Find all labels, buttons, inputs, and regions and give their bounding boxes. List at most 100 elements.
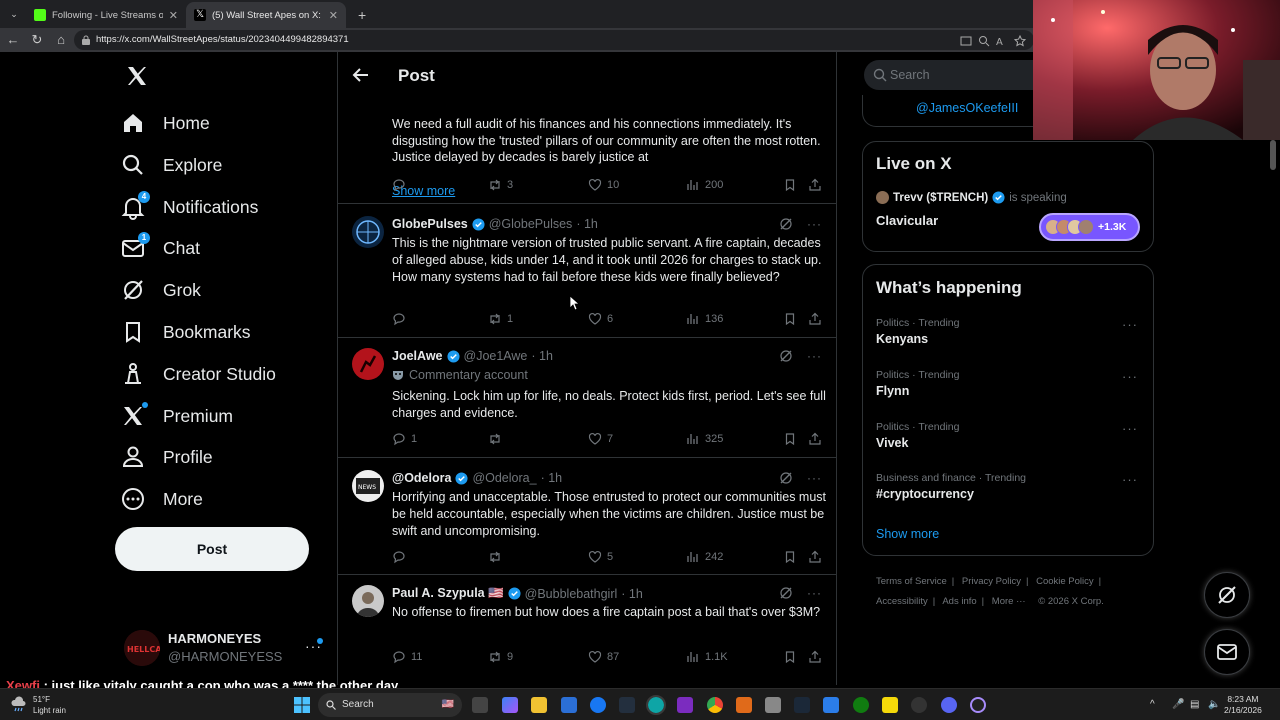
nav-item-bookmarks[interactable]: Bookmarks xyxy=(120,312,251,352)
copilot-icon[interactable] xyxy=(502,697,518,713)
show-more-link[interactable]: Show more xyxy=(876,527,939,541)
avatar[interactable]: NEWS xyxy=(352,470,384,502)
author-name[interactable]: GlobePulses xyxy=(392,217,468,231)
edge-icon[interactable] xyxy=(646,695,666,715)
footer-link[interactable]: Accessibility xyxy=(876,596,928,607)
network-icon[interactable]: ▤ xyxy=(1190,699,1199,710)
x-logo-icon[interactable] xyxy=(125,64,149,88)
more-options-icon[interactable]: ··· xyxy=(1122,317,1138,332)
author-handle[interactable]: @Joe1Awe xyxy=(464,349,528,363)
xbox-icon[interactable] xyxy=(853,697,869,713)
reply-button[interactable]: 11 xyxy=(392,650,422,664)
repost-button[interactable]: 1 xyxy=(488,312,513,326)
nav-item-profile[interactable]: Profile xyxy=(120,437,213,477)
grok-icon[interactable] xyxy=(779,349,793,363)
avatar[interactable] xyxy=(352,585,384,617)
repost-button[interactable]: 9 xyxy=(488,650,513,664)
new-tab-button[interactable]: + xyxy=(350,2,370,28)
post-button[interactable]: Post xyxy=(115,527,309,571)
trend-item[interactable]: Politics · Trending Kenyans ··· xyxy=(876,317,1146,346)
tweet-time[interactable]: · 1h xyxy=(576,217,598,231)
share-button[interactable] xyxy=(808,650,822,664)
url-field[interactable]: https://x.com/WallStreetApes/status/2023… xyxy=(74,30,1034,50)
tweet[interactable]: GlobePulses @GlobePulses · 1h ··· This i… xyxy=(338,204,836,338)
views-button[interactable]: 136 xyxy=(686,312,723,326)
footer-link[interactable]: Terms of Service xyxy=(876,576,947,587)
more-options-icon[interactable]: ··· xyxy=(807,586,822,600)
read-aloud-icon[interactable]: A xyxy=(996,35,1008,47)
like-button[interactable]: 87 xyxy=(588,650,619,664)
more-options-icon[interactable]: ··· xyxy=(1122,369,1138,384)
trend-item[interactable]: Politics · Trending Flynn ··· xyxy=(876,369,1146,398)
install-app-icon[interactable] xyxy=(960,35,972,47)
task-view-icon[interactable] xyxy=(472,697,488,713)
repost-button[interactable] xyxy=(488,550,507,564)
bookmark-button[interactable] xyxy=(783,550,797,564)
windows-start-icon[interactable] xyxy=(294,697,310,713)
reload-icon[interactable]: ↻ xyxy=(29,32,45,48)
messages-fab-button[interactable] xyxy=(1204,629,1250,675)
chrome-icon[interactable] xyxy=(707,697,723,713)
show-hidden-icons-icon[interactable]: ^ xyxy=(1150,699,1155,710)
nav-item-more[interactable]: More xyxy=(120,479,203,519)
like-button[interactable]: 10 xyxy=(588,178,619,192)
like-button[interactable]: 7 xyxy=(588,432,613,446)
app-icon[interactable] xyxy=(765,697,781,713)
bookmark-button[interactable] xyxy=(783,650,797,664)
footer-link[interactable]: Privacy Policy xyxy=(962,576,1021,587)
reply-button[interactable]: 1 xyxy=(392,432,417,446)
reply-button[interactable] xyxy=(392,178,411,192)
volume-icon[interactable]: 🔈 xyxy=(1208,699,1220,710)
scrollbar-thumb[interactable] xyxy=(1270,140,1276,170)
browser-tab-x[interactable]: 𝕏 (5) Wall Street Apes on X: "Pasade ✕ xyxy=(186,2,346,28)
facebook-icon[interactable] xyxy=(590,697,606,713)
app-icon[interactable] xyxy=(736,697,752,713)
steam-icon[interactable] xyxy=(794,697,810,713)
repost-button[interactable] xyxy=(488,432,507,446)
author-name[interactable]: Paul A. Szypula 🇺🇸 xyxy=(392,586,504,601)
mention-link[interactable]: @JamesOKeefeIII xyxy=(916,101,1018,115)
footer-link[interactable]: Cookie Policy xyxy=(1036,576,1094,587)
app-icon[interactable] xyxy=(823,697,839,713)
share-button[interactable] xyxy=(808,550,822,564)
tweet[interactable]: JoelAwe @Joe1Awe · 1h ··· Commentary acc… xyxy=(338,338,836,458)
sticky-notes-icon[interactable] xyxy=(882,697,898,713)
nav-item-creator-studio[interactable]: Creator Studio xyxy=(120,354,276,394)
browser-tab-kick[interactable]: Following - Live Streams on Kick ✕ xyxy=(26,2,186,28)
trend-item[interactable]: Business and finance · Trending #cryptoc… xyxy=(876,472,1146,501)
taskbar-search-input[interactable]: Search 🇺🇸 xyxy=(318,693,462,717)
views-button[interactable]: 200 xyxy=(686,178,723,192)
more-options-icon[interactable]: ··· xyxy=(807,217,822,231)
views-button[interactable]: 1.1K xyxy=(686,650,728,664)
back-arrow-icon[interactable]: ← xyxy=(5,32,21,48)
tab-close-icon[interactable]: ✕ xyxy=(169,9,178,22)
zoom-icon[interactable] xyxy=(978,35,990,47)
site-info-icon[interactable] xyxy=(81,35,91,45)
bookmark-button[interactable] xyxy=(783,178,797,192)
trend-item[interactable]: Politics · Trending Vivek ··· xyxy=(876,421,1146,450)
grok-fab-button[interactable] xyxy=(1204,572,1250,618)
amazon-icon[interactable] xyxy=(619,697,635,713)
grok-icon[interactable] xyxy=(779,471,793,485)
tab-list-chevron-icon[interactable]: ⌄ xyxy=(6,6,22,22)
avatar[interactable] xyxy=(352,348,384,380)
nav-item-notifications[interactable]: 4 Notifications xyxy=(120,187,258,227)
taskbar-clock[interactable]: 8:23 AM 2/16/2026 xyxy=(1224,694,1262,716)
file-explorer-icon[interactable] xyxy=(531,697,547,713)
grok-icon[interactable] xyxy=(779,586,793,600)
footer-link[interactable]: Ads info xyxy=(942,596,976,607)
more-options-icon[interactable]: ··· xyxy=(807,471,822,485)
share-button[interactable] xyxy=(808,178,822,192)
bookmark-button[interactable] xyxy=(783,312,797,326)
tab-close-icon[interactable]: ✕ xyxy=(329,9,338,22)
author-handle[interactable]: @GlobePulses xyxy=(489,217,573,231)
reply-button[interactable] xyxy=(392,312,411,326)
more-options-icon[interactable]: ··· xyxy=(807,349,822,363)
grok-icon[interactable] xyxy=(779,217,793,231)
author-name[interactable]: JoelAwe xyxy=(392,349,443,363)
like-button[interactable]: 5 xyxy=(588,550,613,564)
tweet-time[interactable]: · 1h xyxy=(531,349,553,363)
store-icon[interactable] xyxy=(561,697,577,713)
favorite-star-icon[interactable] xyxy=(1014,35,1026,47)
author-handle[interactable]: @Odelora_ xyxy=(472,471,536,485)
